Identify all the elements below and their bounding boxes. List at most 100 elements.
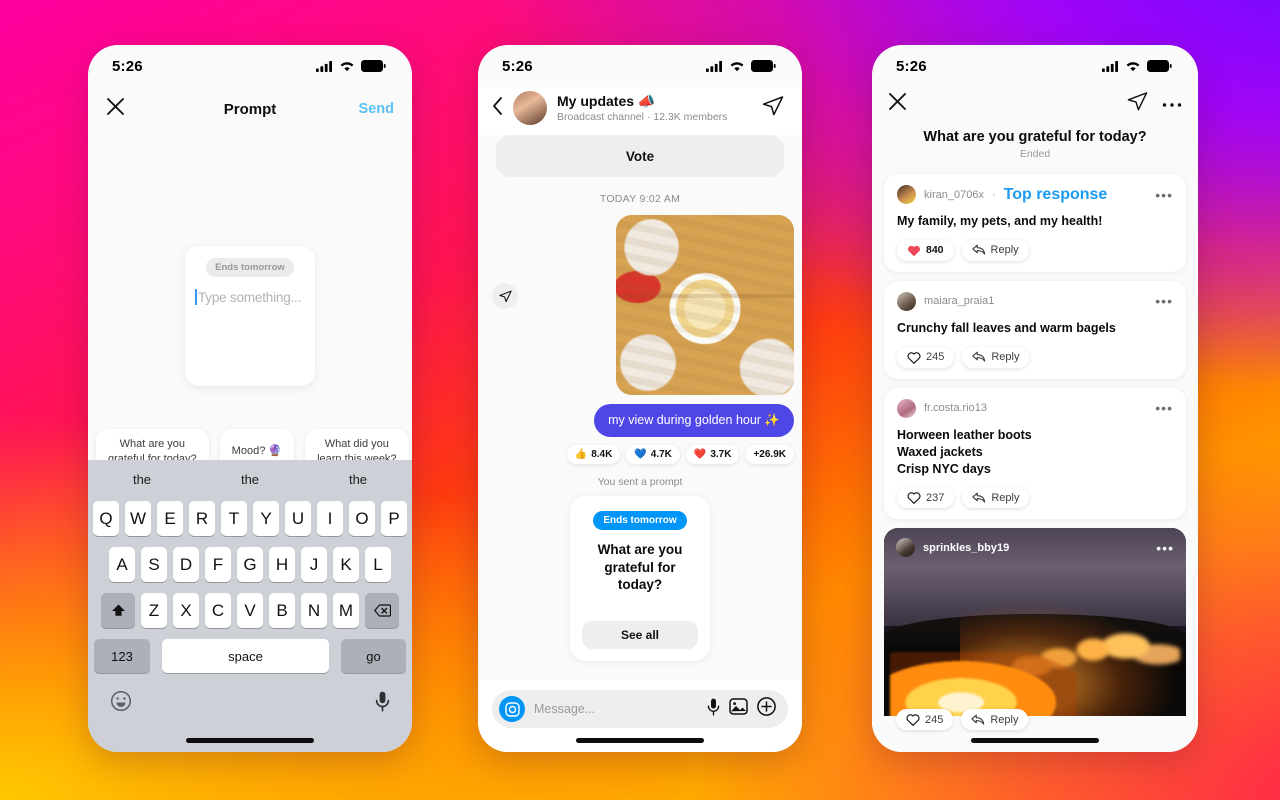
- prediction-1[interactable]: the: [88, 472, 196, 487]
- key-j[interactable]: J: [301, 547, 327, 582]
- response-actions: 245 Reply: [897, 346, 1173, 368]
- reply-button[interactable]: Reply: [961, 239, 1029, 261]
- send-button[interactable]: Send: [359, 101, 394, 117]
- key-c[interactable]: C: [205, 593, 231, 628]
- response-username[interactable]: kiran_0706x: [924, 189, 984, 201]
- key-i[interactable]: I: [317, 501, 343, 536]
- share-icon[interactable]: [492, 283, 518, 309]
- reaction-thumbsup[interactable]: 👍 8.4K: [566, 445, 621, 464]
- avatar[interactable]: [897, 185, 916, 204]
- microphone-icon[interactable]: [707, 698, 720, 721]
- message-bubble[interactable]: my view during golden hour ✨: [594, 404, 794, 437]
- key-z[interactable]: Z: [141, 593, 167, 628]
- more-icon[interactable]: •••: [1155, 294, 1173, 308]
- key-x[interactable]: X: [173, 593, 199, 628]
- more-icon[interactable]: •••: [1156, 541, 1174, 555]
- prompt-compose-card[interactable]: Ends tomorrow Type something...: [185, 246, 315, 386]
- key-g[interactable]: G: [237, 547, 263, 582]
- key-o[interactable]: O: [349, 501, 375, 536]
- key-t[interactable]: T: [221, 501, 247, 536]
- key-e[interactable]: E: [157, 501, 183, 536]
- keyboard-row-3: ZXCVBNM: [91, 593, 409, 628]
- prompt-placeholder: Type something...: [198, 289, 302, 305]
- key-a[interactable]: A: [109, 547, 135, 582]
- message-photo-pizza[interactable]: [616, 215, 794, 395]
- key-b[interactable]: B: [269, 593, 295, 628]
- key-v[interactable]: V: [237, 593, 263, 628]
- share-icon[interactable]: [1127, 91, 1148, 117]
- more-icon[interactable]: •••: [1155, 188, 1173, 202]
- key-n[interactable]: N: [301, 593, 327, 628]
- avatar[interactable]: [897, 398, 916, 418]
- key-d[interactable]: D: [173, 547, 199, 582]
- like-button[interactable]: 245: [897, 346, 955, 368]
- separator: ·: [991, 188, 996, 201]
- key-l[interactable]: L: [365, 547, 391, 582]
- reaction-redheart[interactable]: ❤️ 3.7K: [685, 445, 740, 464]
- channel-messages[interactable]: Vote TODAY 9:02 AM my view during golden…: [478, 135, 802, 695]
- prompt-card[interactable]: Ends tomorrow What are you grateful for …: [570, 496, 710, 661]
- microphone-icon[interactable]: [375, 691, 390, 717]
- avatar[interactable]: [513, 91, 547, 125]
- plus-icon[interactable]: [757, 697, 776, 721]
- share-icon[interactable]: [762, 95, 784, 122]
- response-header: sprinkles_bby19 •••: [896, 538, 1174, 558]
- close-button[interactable]: [888, 92, 907, 116]
- key-y[interactable]: Y: [253, 501, 279, 536]
- status-time: 5:26: [112, 57, 143, 75]
- prediction-2[interactable]: the: [196, 472, 304, 487]
- response-card[interactable]: fr.costa.rio13 ••• Horween leather boots…: [884, 387, 1186, 520]
- heart-outline-icon: [906, 714, 920, 727]
- vote-button[interactable]: Vote: [496, 135, 784, 177]
- reply-button[interactable]: Reply: [962, 487, 1030, 509]
- response-username[interactable]: maiara_praia1: [924, 295, 994, 307]
- response-photo-card[interactable]: sprinkles_bby19 ••• 245 Reply: [884, 528, 1186, 742]
- key-k[interactable]: K: [333, 547, 359, 582]
- like-button[interactable]: 237: [897, 487, 955, 509]
- see-all-button[interactable]: See all: [582, 621, 698, 649]
- avatar[interactable]: [897, 291, 916, 311]
- predictive-text-bar: the the the: [88, 460, 412, 498]
- key-r[interactable]: R: [189, 501, 215, 536]
- back-icon[interactable]: [492, 96, 503, 120]
- prompt-text-input[interactable]: Type something...: [195, 289, 305, 305]
- response-actions: 840 Reply: [897, 239, 1173, 261]
- reaction-pills: 👍 8.4K 💙 4.7K ❤️ 3.7K +26.9K: [478, 437, 802, 464]
- key-f[interactable]: F: [205, 547, 231, 582]
- reply-button[interactable]: Reply: [962, 346, 1030, 368]
- space-key[interactable]: space: [162, 639, 329, 673]
- reply-button[interactable]: Reply: [961, 709, 1029, 731]
- numbers-key[interactable]: 123: [94, 639, 150, 673]
- message-input[interactable]: Message...: [534, 702, 698, 716]
- shift-key[interactable]: [101, 593, 135, 628]
- key-p[interactable]: P: [381, 501, 407, 536]
- reaction-more[interactable]: +26.9K: [745, 445, 794, 464]
- close-button[interactable]: [106, 97, 125, 121]
- response-username[interactable]: sprinkles_bby19: [923, 542, 1009, 554]
- like-button[interactable]: 245: [896, 709, 954, 731]
- emoji-icon[interactable]: [110, 690, 132, 717]
- avatar[interactable]: [896, 538, 915, 558]
- camera-icon[interactable]: [499, 696, 525, 722]
- phone-prompt-responses: 5:26 What are you grateful for today? En…: [872, 45, 1198, 752]
- key-s[interactable]: S: [141, 547, 167, 582]
- prediction-3[interactable]: the: [304, 472, 412, 487]
- key-w[interactable]: W: [125, 501, 151, 536]
- backspace-key[interactable]: [365, 593, 399, 628]
- response-card[interactable]: kiran_0706x · Top response ••• My family…: [884, 174, 1186, 272]
- more-icon[interactable]: •••: [1155, 401, 1173, 415]
- key-u[interactable]: U: [285, 501, 311, 536]
- phone-broadcast-channel: 5:26 My updates 📣 Broadcast channel · 12…: [478, 45, 802, 752]
- wifi-icon: [340, 62, 354, 72]
- key-q[interactable]: Q: [93, 501, 119, 536]
- gallery-icon[interactable]: [729, 698, 748, 720]
- key-h[interactable]: H: [269, 547, 295, 582]
- like-button[interactable]: 840: [897, 239, 954, 261]
- more-icon[interactable]: [1162, 95, 1182, 113]
- key-m[interactable]: M: [333, 593, 359, 628]
- go-key[interactable]: go: [341, 639, 406, 673]
- reaction-blueheart[interactable]: 💙 4.7K: [626, 445, 680, 464]
- response-card[interactable]: maiara_praia1 ••• Crunchy fall leaves an…: [884, 280, 1186, 379]
- response-username[interactable]: fr.costa.rio13: [924, 402, 987, 414]
- message-input-pill[interactable]: Message...: [492, 690, 788, 728]
